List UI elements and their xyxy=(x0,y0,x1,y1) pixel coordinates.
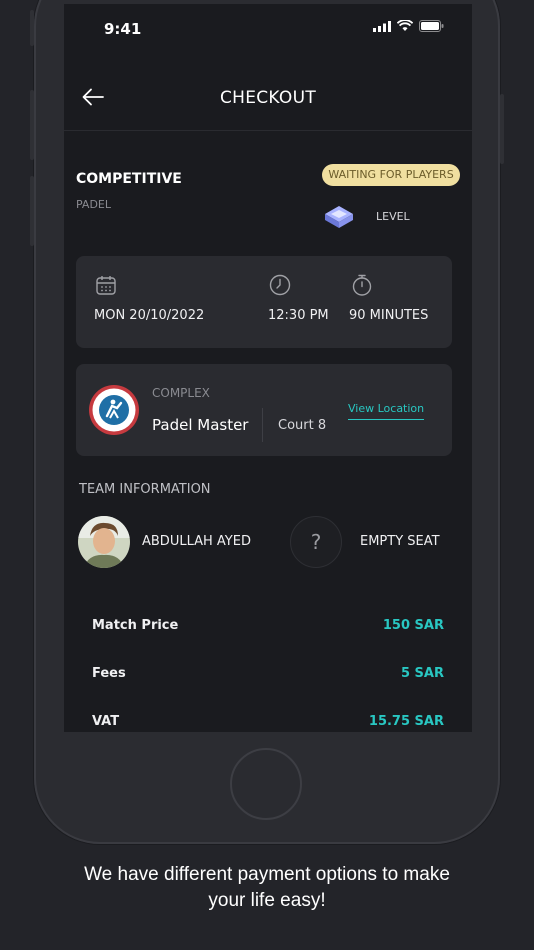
team-heading: TEAM INFORMATION xyxy=(79,482,211,497)
avatar[interactable] xyxy=(78,516,130,568)
volume-up-button xyxy=(30,90,34,160)
price-row-match: Match Price 150 SAR xyxy=(92,618,444,638)
match-sport: PADEL xyxy=(76,198,112,211)
match-mode: COMPETITIVE xyxy=(76,171,182,187)
nav-bar: CHECKOUT xyxy=(64,66,472,131)
home-button[interactable] xyxy=(230,748,302,820)
match-duration: 90 MINUTES xyxy=(349,308,429,323)
price-value: 15.75 SAR xyxy=(368,714,444,729)
caption-line-2: your life easy! xyxy=(208,890,326,911)
volume-down-button xyxy=(30,176,34,246)
stopwatch-icon xyxy=(352,274,372,296)
status-icons xyxy=(373,20,444,32)
complex-logo xyxy=(89,385,139,435)
promo-caption: We have different payment options to mak… xyxy=(0,862,534,914)
court-name: Court 8 xyxy=(278,418,327,433)
empty-seat-label: EMPTY SEAT xyxy=(360,534,440,549)
player-name: ABDULLAH AYED xyxy=(142,534,251,549)
power-button xyxy=(500,94,504,164)
app-screen: 9:41 CHECKOUT COMPETITIVE PADEL WAITING … xyxy=(64,4,472,732)
battery-icon xyxy=(419,20,444,32)
level-icon xyxy=(325,206,353,228)
empty-seat-button[interactable]: ? xyxy=(290,516,342,568)
price-label: Match Price xyxy=(92,618,179,633)
complex-label: COMPLEX xyxy=(152,386,210,400)
price-label: VAT xyxy=(92,714,120,729)
divider xyxy=(262,408,263,442)
price-value: 5 SAR xyxy=(400,666,444,681)
status-badge: WAITING FOR PLAYERS xyxy=(322,164,460,186)
calendar-icon xyxy=(96,276,116,295)
price-value: 150 SAR xyxy=(382,618,444,633)
schedule-card: MON 20/10/2022 12:30 PM 90 MINUTES xyxy=(76,256,452,348)
view-location-link[interactable]: View Location xyxy=(348,402,425,420)
price-row-fees: Fees 5 SAR xyxy=(92,666,444,686)
price-row-vat: VAT 15.75 SAR xyxy=(92,714,444,732)
match-time: 12:30 PM xyxy=(268,308,329,323)
complex-card: COMPLEX Padel Master Court 8 View Locati… xyxy=(76,364,452,456)
mute-switch xyxy=(30,10,34,46)
match-date: MON 20/10/2022 xyxy=(94,308,205,323)
signal-icon xyxy=(373,20,391,32)
clock-icon xyxy=(269,274,291,296)
complex-name: Padel Master xyxy=(152,416,249,434)
price-label: Fees xyxy=(92,666,126,681)
level-label: LEVEL xyxy=(376,210,410,223)
page-title: CHECKOUT xyxy=(219,88,317,108)
status-bar: 9:41 xyxy=(64,4,472,50)
status-time: 9:41 xyxy=(104,20,142,38)
caption-line-1: We have different payment options to mak… xyxy=(84,864,450,885)
wifi-icon xyxy=(397,20,413,31)
